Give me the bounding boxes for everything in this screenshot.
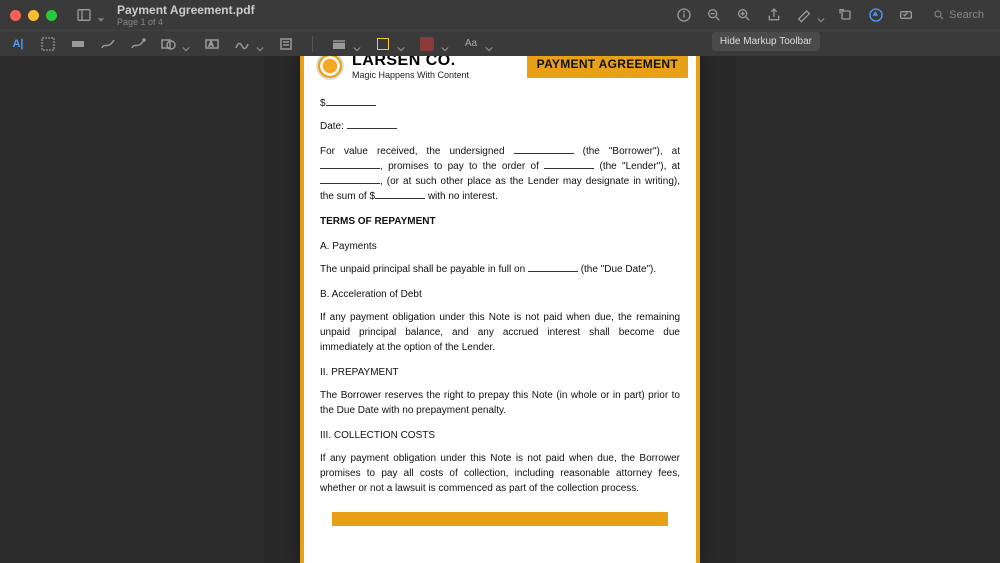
toolbar-divider: [312, 36, 313, 52]
chevron-down-icon[interactable]: [485, 40, 493, 48]
rotate-icon[interactable]: [837, 6, 855, 24]
text-tool-icon[interactable]: A|: [10, 36, 26, 52]
document-banner: PAYMENT AGREEMENT: [527, 56, 688, 78]
sign-tool-icon[interactable]: [234, 36, 250, 52]
amount-line: $: [320, 96, 680, 111]
chevron-down-icon[interactable]: [97, 11, 105, 19]
toolbar-right: Search: [675, 6, 990, 24]
section-ii-heading: II. PREPAYMENT: [320, 365, 680, 380]
chevron-down-icon[interactable]: [817, 11, 825, 19]
markup-toolbar: A| A Aa: [0, 30, 1000, 56]
line-style-icon[interactable]: [331, 36, 347, 52]
pdf-page: LARSEN CO. Magic Happens With Content PA…: [300, 56, 700, 563]
search-input[interactable]: Search: [927, 7, 990, 23]
text-box-tool-icon[interactable]: A: [204, 36, 220, 52]
company-logo: [316, 56, 344, 80]
search-placeholder: Search: [949, 9, 984, 21]
date-line: Date:: [320, 119, 680, 134]
chevron-down-icon[interactable]: [353, 40, 361, 48]
search-icon: [933, 9, 945, 21]
section-ii-text: The Borrower reserves the right to prepa…: [320, 388, 680, 418]
zoom-out-icon[interactable]: [705, 6, 723, 24]
chevron-down-icon[interactable]: [256, 40, 264, 48]
tooltip: Hide Markup Toolbar: [712, 32, 820, 51]
maximize-window-button[interactable]: [46, 10, 57, 21]
note-tool-icon[interactable]: [278, 36, 294, 52]
section-b-heading: B. Acceleration of Debt: [320, 287, 680, 302]
window-controls: [10, 10, 57, 21]
page-indicator: Page 1 of 4: [117, 17, 255, 27]
fill-color-swatch[interactable]: [419, 36, 435, 52]
company-name: LARSEN CO.: [352, 56, 469, 70]
shapes-tool-icon[interactable]: [160, 36, 176, 52]
info-icon[interactable]: [675, 6, 693, 24]
section-iii-text: If any payment obligation under this Not…: [320, 451, 680, 496]
close-window-button[interactable]: [10, 10, 21, 21]
document-viewport[interactable]: LARSEN CO. Magic Happens With Content PA…: [0, 56, 1000, 563]
footer-divider: [332, 512, 668, 526]
section-a-heading: A. Payments: [320, 239, 680, 254]
draw-tool-icon[interactable]: [130, 36, 146, 52]
chevron-down-icon[interactable]: [397, 40, 405, 48]
zoom-in-icon[interactable]: [735, 6, 753, 24]
intro-paragraph: For value received, the undersigned (the…: [320, 144, 680, 204]
section-iii-heading: III. COLLECTION COSTS: [320, 428, 680, 443]
markup-toggle-icon[interactable]: [867, 6, 885, 24]
document-body: $ Date: For value received, the undersig…: [304, 80, 696, 534]
document-title: Payment Agreement.pdf: [117, 3, 255, 17]
sidebar-toggle-icon[interactable]: [75, 6, 93, 24]
select-tool-icon[interactable]: [40, 36, 56, 52]
chevron-down-icon[interactable]: [182, 40, 190, 48]
minimize-window-button[interactable]: [28, 10, 39, 21]
stroke-color-swatch[interactable]: [375, 36, 391, 52]
text-style-icon[interactable]: Aa: [463, 36, 479, 52]
titlebar: Payment Agreement.pdf Page 1 of 4: [0, 0, 1000, 30]
svg-text:A: A: [209, 42, 213, 48]
redact-tool-icon[interactable]: [70, 36, 86, 52]
section-a-text: The unpaid principal shall be payable in…: [320, 262, 680, 277]
company-tagline: Magic Happens With Content: [352, 70, 469, 80]
document-title-block: Payment Agreement.pdf Page 1 of 4: [117, 3, 255, 27]
share-icon[interactable]: [765, 6, 783, 24]
highlight-icon[interactable]: [795, 6, 813, 24]
section-b-text: If any payment obligation under this Not…: [320, 310, 680, 355]
sketch-tool-icon[interactable]: [100, 36, 116, 52]
terms-heading: TERMS OF REPAYMENT: [320, 214, 680, 229]
chevron-down-icon[interactable]: [441, 40, 449, 48]
form-icon[interactable]: [897, 6, 915, 24]
document-header: LARSEN CO. Magic Happens With Content PA…: [304, 56, 696, 80]
